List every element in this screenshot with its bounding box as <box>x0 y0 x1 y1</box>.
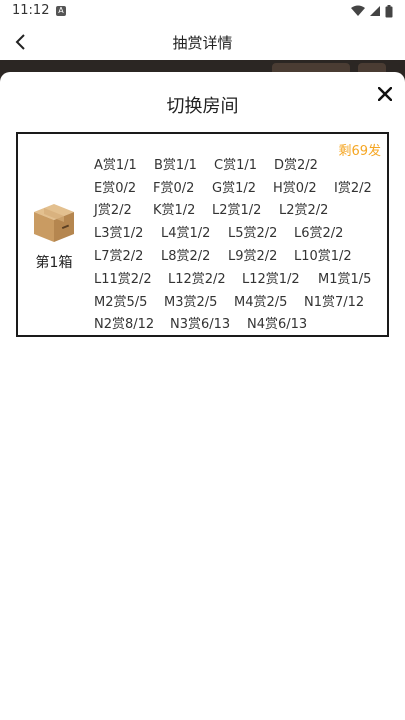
prize-item: E赏0/2 <box>94 180 137 196</box>
prize-row: E赏0/2 F赏0/2 G赏1/2 H赏0/2 I赏2/2 <box>94 175 386 198</box>
prize-item: L12赏2/2 <box>168 271 226 287</box>
prize-item: L9赏2/2 <box>228 249 278 265</box>
prize-item: N3赏6/13 <box>170 317 231 333</box>
prize-item: M4赏2/5 <box>234 294 288 310</box>
close-icon <box>378 87 392 101</box>
prize-item: N2赏8/12 <box>94 317 155 333</box>
prize-row: N2赏8/12 N3赏6/13 N4赏6/13 <box>94 312 386 335</box>
prize-item: H赏0/2 <box>273 180 317 196</box>
battery-icon <box>385 4 393 17</box>
prize-item: L3赏1/2 <box>94 226 144 242</box>
wifi-icon <box>351 5 365 16</box>
prize-item: L2赏1/2 <box>212 203 262 219</box>
prize-item: L10赏1/2 <box>294 249 352 265</box>
prize-list: A赏1/1 B赏1/1 C赏1/1 D赏2/2 E赏0/2 F赏0/2 G赏1/… <box>94 152 386 334</box>
prize-item: L12赏1/2 <box>242 271 300 287</box>
prize-row: M2赏5/5 M3赏2/5 M4赏2/5 N1赏7/12 <box>94 289 386 312</box>
prize-item: C赏1/1 <box>214 157 257 173</box>
prize-item: M2赏5/5 <box>94 294 148 310</box>
close-button[interactable] <box>373 82 397 106</box>
prize-row: L7赏2/2 L8赏2/2 L9赏2/2 L10赏1/2 <box>94 243 386 266</box>
prize-item: B赏1/1 <box>154 157 197 173</box>
prize-item: A赏1/1 <box>94 157 137 173</box>
prize-item: L7赏2/2 <box>94 249 144 265</box>
prize-item: L2赏2/2 <box>279 203 329 219</box>
status-icons <box>351 4 393 18</box>
box-icon <box>34 204 74 242</box>
prize-item: L11赏2/2 <box>94 271 152 287</box>
prize-item: N1赏7/12 <box>304 294 365 310</box>
prize-item: M3赏2/5 <box>164 294 218 310</box>
prize-row: L11赏2/2 L12赏2/2 L12赏1/2 M1赏1/5 <box>94 266 386 289</box>
sheet-title: 切换房间 <box>166 96 239 117</box>
nav-bar: 抽赏详情 <box>0 24 405 60</box>
prize-row: J赏2/2 K赏1/2 L2赏1/2 L2赏2/2 <box>94 198 386 221</box>
prize-row: L3赏1/2 L4赏1/2 L5赏2/2 L6赏2/2 <box>94 220 386 243</box>
status-bar: 11:12 A <box>0 0 405 24</box>
prize-item: D赏2/2 <box>274 157 318 173</box>
prize-item: N4赏6/13 <box>247 317 308 333</box>
prize-item: L6赏2/2 <box>294 226 344 242</box>
prize-item: M1赏1/5 <box>318 271 372 287</box>
status-time: 11:12 <box>12 3 50 18</box>
switch-room-sheet: 切换房间 第1箱 剩69发 A赏1/1 B赏1/1 C赏1/1 D赏2/2 E赏… <box>0 72 405 720</box>
prize-row: A赏1/1 B赏1/1 C赏1/1 D赏2/2 <box>94 152 386 175</box>
room-card[interactable]: 第1箱 剩69发 A赏1/1 B赏1/1 C赏1/1 D赏2/2 E赏0/2 F… <box>16 132 389 337</box>
prize-item: L4赏1/2 <box>161 226 211 242</box>
prize-item: G赏1/2 <box>212 180 256 196</box>
prize-item: L8赏2/2 <box>161 249 211 265</box>
prize-item: J赏2/2 <box>94 203 132 219</box>
prize-item: L5赏2/2 <box>228 226 278 242</box>
prize-item: F赏0/2 <box>153 180 195 196</box>
prize-item: I赏2/2 <box>334 180 372 196</box>
room-label: 第1箱 <box>35 255 73 271</box>
signal-icon <box>370 6 380 16</box>
notification-icon: A <box>56 6 66 16</box>
page-title: 抽赏详情 <box>172 34 233 52</box>
prize-item: K赏1/2 <box>153 203 196 219</box>
